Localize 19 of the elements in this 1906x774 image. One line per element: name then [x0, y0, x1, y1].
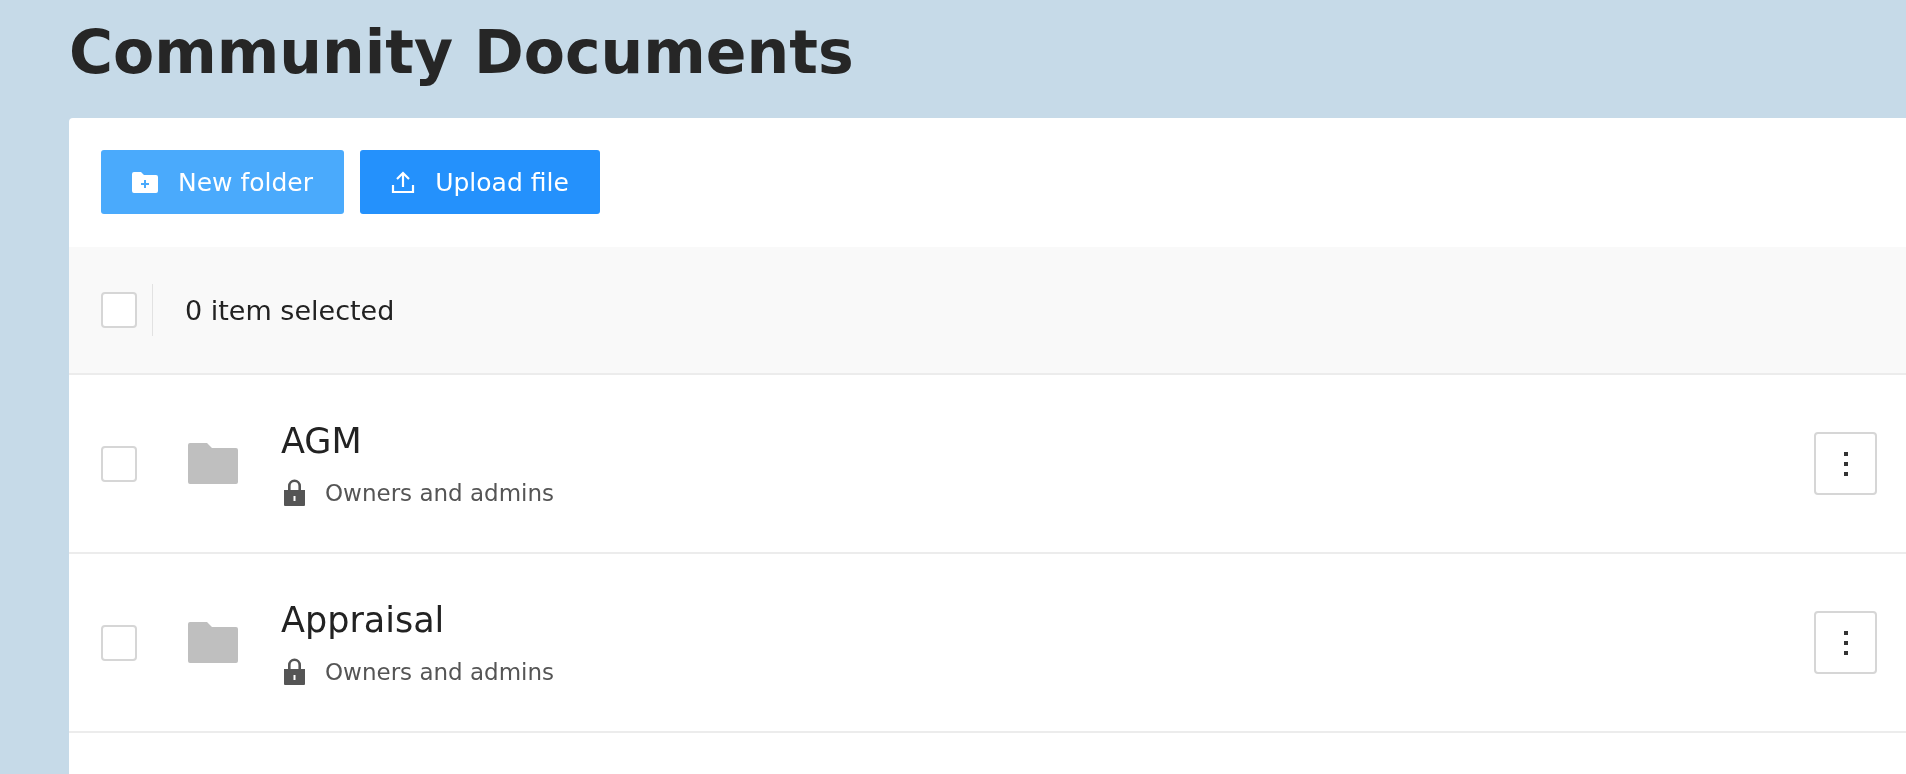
page-title: Community Documents — [68, 16, 855, 89]
more-icon — [1843, 451, 1848, 476]
lock-icon — [283, 658, 306, 685]
folder-icon — [188, 443, 238, 484]
checkbox[interactable] — [101, 445, 137, 482]
folder-plus-icon — [131, 171, 158, 193]
checkbox[interactable] — [101, 624, 137, 661]
folder-icon — [188, 622, 238, 663]
lock-icon — [283, 479, 306, 506]
item-name[interactable]: AGM — [281, 421, 362, 461]
more-button[interactable] — [1814, 432, 1877, 495]
access-label: Owners and admins — [325, 479, 555, 506]
access-label: Owners and admins — [325, 658, 555, 685]
item-name[interactable]: Appraisal — [281, 600, 445, 640]
more-button[interactable] — [1814, 611, 1877, 674]
selection-count: 0 item selected — [185, 294, 395, 326]
more-icon — [1843, 630, 1848, 655]
upload-icon — [391, 170, 416, 194]
checkbox[interactable] — [101, 292, 137, 328]
